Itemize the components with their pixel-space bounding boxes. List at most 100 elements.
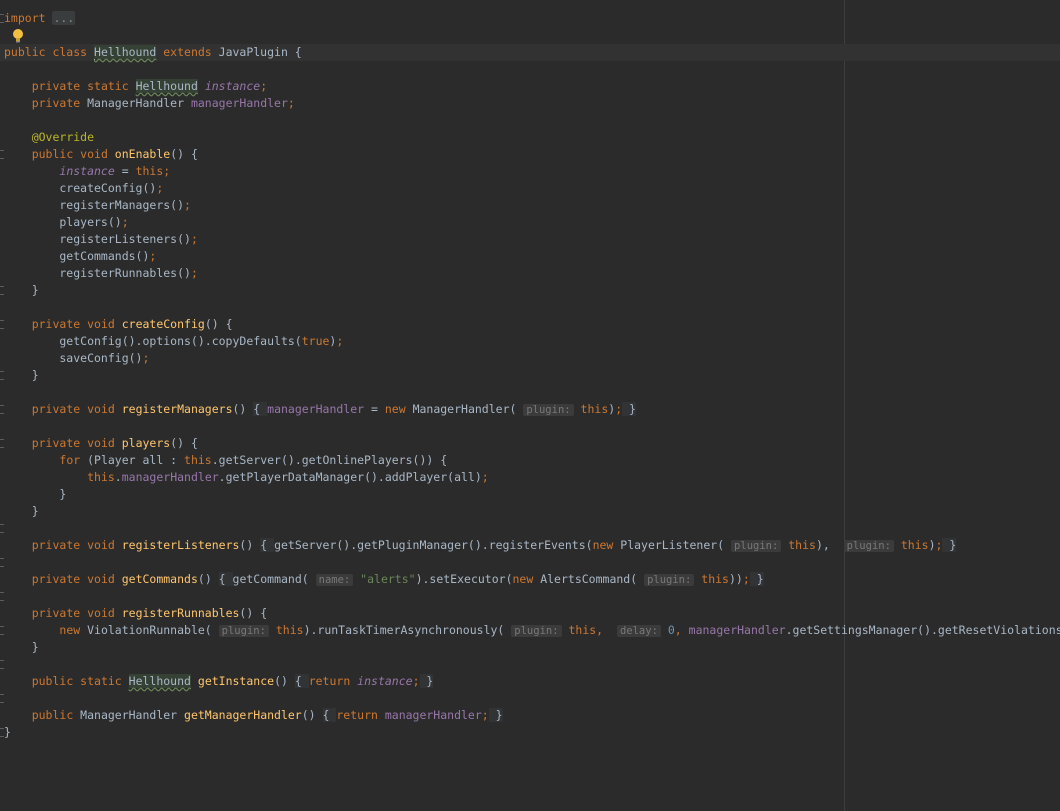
keyword: ; — [481, 708, 489, 722]
code-token: (Player all : — [87, 453, 185, 467]
code-line[interactable]: } — [0, 503, 1060, 520]
code-line[interactable] — [0, 554, 1060, 571]
method-name: getCommands — [121, 572, 198, 586]
code-line[interactable]: getCommands(); — [0, 248, 1060, 265]
lightbulb-icon[interactable] — [11, 28, 25, 44]
code-line[interactable] — [0, 520, 1060, 537]
keyword: public class — [4, 45, 95, 59]
code-line[interactable]: registerRunnables(); — [0, 265, 1060, 282]
keyword: private static — [31, 79, 136, 93]
static-field-ref: instance — [204, 79, 261, 93]
code-text: getCommands(); — [4, 248, 156, 265]
code-line[interactable] — [0, 299, 1060, 316]
fold-marker-icon[interactable] — [0, 660, 4, 669]
code-line[interactable]: registerManagers(); — [0, 197, 1060, 214]
code-line[interactable] — [0, 112, 1060, 129]
code-line[interactable] — [0, 418, 1060, 435]
code-line[interactable]: public class Hellhound extends JavaPlugi… — [0, 44, 1060, 61]
code-line[interactable]: registerListeners(); — [0, 231, 1060, 248]
folded-brace: } — [419, 674, 434, 688]
code-token: () — [197, 572, 219, 586]
code-text: public static Hellhound getInstance() { … — [4, 673, 434, 690]
code-line[interactable]: new ViolationRunnable( plugin: this).run… — [0, 622, 1060, 639]
code-line[interactable]: private void registerListeners() { getSe… — [0, 537, 1060, 554]
method-name: getInstance — [197, 674, 275, 688]
code-line[interactable]: private void registerManagers() { manage… — [0, 401, 1060, 418]
fold-marker-icon[interactable] — [0, 592, 4, 601]
code-line[interactable]: saveConfig(); — [0, 350, 1060, 367]
folded-brace: } — [622, 402, 636, 416]
code-line[interactable]: } — [0, 639, 1060, 656]
fold-marker-icon[interactable] — [0, 694, 4, 703]
keyword: return — [336, 708, 385, 722]
code-token: .getSettingsManager().getResetViolations… — [785, 623, 1060, 637]
parameter-hint: plugin: — [843, 540, 894, 552]
keyword: private void — [31, 572, 122, 586]
code-line[interactable] — [0, 61, 1060, 78]
static-field-ref: instance — [357, 674, 413, 688]
code-text: } — [4, 486, 66, 503]
code-line[interactable]: } — [0, 486, 1060, 503]
code-token: createConfig() — [4, 181, 157, 195]
field-ref: managerHandler — [190, 96, 288, 110]
code-line[interactable]: public void onEnable() { — [0, 146, 1060, 163]
code-line[interactable]: private void getCommands() { getCommand(… — [0, 571, 1060, 588]
code-line[interactable]: private static Hellhound instance; — [0, 78, 1060, 95]
code-line[interactable]: private ManagerHandler managerHandler; — [0, 95, 1060, 112]
code-line[interactable]: getConfig().options().copyDefaults(true)… — [0, 333, 1060, 350]
keyword: for — [59, 453, 88, 467]
code-line[interactable] — [0, 588, 1060, 605]
field-ref: managerHandler — [384, 708, 482, 722]
class-ref-highlight: Hellhound — [94, 45, 157, 59]
code-line[interactable]: import ... — [0, 10, 1060, 27]
code-line[interactable]: private void players() { — [0, 435, 1060, 452]
code-line[interactable]: } — [0, 282, 1060, 299]
code-line[interactable]: } — [0, 367, 1060, 384]
code-line[interactable]: private void createConfig() { — [0, 316, 1060, 333]
parameter-hint: plugin: — [523, 404, 574, 416]
code-line[interactable] — [0, 656, 1060, 673]
code-line[interactable]: createConfig(); — [0, 180, 1060, 197]
keyword: public void — [31, 147, 115, 161]
code-line[interactable]: players(); — [0, 214, 1060, 231]
folded-brace: { — [253, 402, 268, 416]
code-line[interactable]: for (Player all : this.getServer().getOn… — [0, 452, 1060, 469]
code-text: } — [4, 282, 39, 299]
code-text: private void players() { — [4, 435, 198, 452]
class-ref-highlight: Hellhound — [135, 79, 198, 93]
keyword: this — [788, 538, 816, 552]
code-text: private void registerListeners() { getSe… — [4, 537, 957, 555]
code-line[interactable]: instance = this; — [0, 163, 1060, 180]
code-line[interactable] — [0, 384, 1060, 401]
keyword: ; — [412, 674, 420, 688]
code-line[interactable]: @Override — [0, 129, 1060, 146]
code-line[interactable]: public static Hellhound getInstance() { … — [0, 673, 1060, 690]
code-text: import ... — [4, 10, 76, 27]
code-line[interactable]: this.managerHandler.getPlayerDataManager… — [0, 469, 1060, 486]
code-line[interactable]: public ManagerHandler getManagerHandler(… — [0, 707, 1060, 724]
code-line[interactable]: private void registerRunnables() { — [0, 605, 1060, 622]
keyword: ; — [184, 198, 191, 212]
collapsed-region[interactable]: ... — [52, 11, 76, 25]
field-ref: managerHandler — [121, 470, 219, 484]
string-literal: "alerts" — [360, 572, 416, 586]
keyword: this — [701, 572, 729, 586]
fold-marker-icon[interactable] — [0, 524, 4, 533]
code-line[interactable] — [0, 690, 1060, 707]
fold-marker-icon[interactable] — [0, 558, 4, 567]
keyword: ; — [260, 79, 268, 93]
code-line[interactable]: } — [0, 724, 1060, 741]
field-ref: managerHandler — [688, 623, 786, 637]
code-text: new ViolationRunnable( plugin: this).run… — [4, 622, 1060, 640]
code-editor[interactable]: import ... public class Hellhound extends… — [0, 0, 1060, 811]
code-token: () { — [204, 317, 233, 331]
keyword: new — [592, 538, 621, 552]
